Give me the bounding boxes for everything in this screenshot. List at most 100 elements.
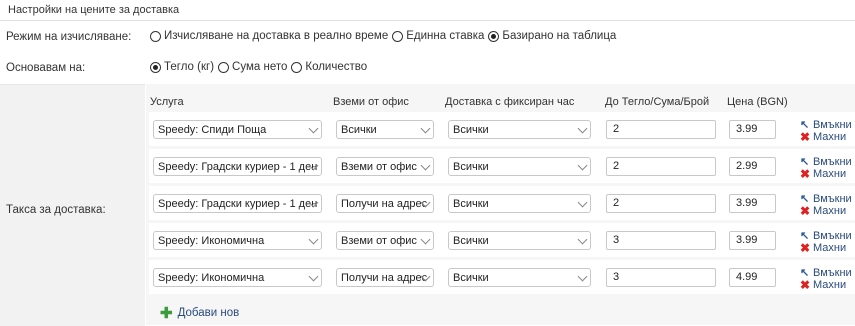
pickup-select[interactable]: Вземи от офис (336, 157, 434, 176)
radio-button[interactable] (392, 30, 404, 42)
select-value: Speedy: Икономична (158, 235, 265, 247)
chevron-down-icon (420, 234, 431, 245)
fixed-time-select[interactable]: Всички (448, 194, 591, 213)
based-on-option-weight[interactable]: Тегло (кг) (150, 61, 214, 73)
column-header-pickup: Вземи от офис (333, 96, 409, 108)
price-input[interactable]: 4.99 (729, 268, 776, 287)
insert-label: Вмъкни (813, 267, 852, 279)
chevron-down-icon (577, 123, 588, 134)
chevron-down-icon (308, 234, 319, 245)
insert-label: Вмъкни (813, 156, 852, 168)
option-label: Сума нето (232, 61, 288, 73)
remove-label: Махни (813, 168, 847, 180)
pickup-select[interactable]: Получи на адрес (336, 194, 434, 213)
pickup-select[interactable]: Вземи от офис (336, 231, 434, 250)
rates-table: Услуга Вземи от офис Доставка с фиксиран… (146, 84, 855, 325)
remove-label: Махни (813, 131, 847, 143)
row-actions: ↖ Вмъкни ✖ Махни (800, 193, 852, 217)
row-actions: ↖ Вмъкни ✖ Махни (800, 230, 852, 254)
radio-button[interactable] (150, 30, 161, 42)
service-select[interactable]: Speedy: Спиди Поща (153, 120, 322, 139)
service-select[interactable]: Speedy: Икономична (153, 231, 322, 250)
chevron-down-icon (577, 197, 588, 208)
option-label: Количество (305, 61, 368, 73)
fixed-time-select[interactable]: Всички (448, 231, 591, 250)
based-on-option-quantity[interactable]: Количество (291, 61, 367, 73)
chevron-down-icon (577, 234, 588, 245)
upto-input[interactable]: 2 (606, 120, 716, 139)
remove-button[interactable]: ✖ Махни (800, 131, 852, 143)
fixed-time-select[interactable]: Всички (448, 268, 591, 287)
select-value: Всички (341, 124, 377, 136)
fixed-time-select[interactable]: Всички (448, 157, 591, 176)
upto-input[interactable]: 2 (606, 194, 716, 213)
select-value: Вземи от офис (341, 161, 417, 173)
close-icon: ✖ (800, 278, 811, 292)
calc-mode-option-realtime[interactable]: Изчисляване на доставка в реално време (150, 30, 388, 42)
upto-input[interactable]: 2 (606, 157, 716, 176)
select-value: Вземи от офис (341, 235, 417, 247)
select-value: Всички (453, 272, 489, 284)
insert-label: Вмъкни (813, 230, 852, 242)
chevron-down-icon (308, 271, 319, 282)
column-header-price: Цена (BGN) (727, 96, 788, 108)
price-input[interactable]: 3.99 (729, 231, 776, 250)
upto-input[interactable]: 3 (606, 268, 716, 287)
price-input[interactable]: 3.99 (729, 120, 776, 139)
pickup-select[interactable]: Получи на адрес (336, 268, 434, 287)
insert-label: Вмъкни (813, 193, 852, 205)
table-row: Speedy: Икономична Вземи от офис Всички … (149, 223, 855, 257)
table-row: Speedy: Икономична Получи на адрес Всичк… (149, 260, 855, 294)
radio-button[interactable] (150, 61, 161, 73)
option-label: Базирано на таблица (502, 30, 617, 42)
remove-button[interactable]: ✖ Махни (800, 205, 852, 217)
remove-button[interactable]: ✖ Махни (800, 279, 852, 291)
table-row: Speedy: Градски куриер - 1 ден Вземи от … (149, 149, 855, 183)
upto-input[interactable]: 3 (606, 231, 716, 250)
select-value: Всички (453, 235, 489, 247)
option-label: Тегло (кг) (164, 61, 215, 73)
row-actions: ↖ Вмъкни ✖ Махни (800, 156, 852, 180)
based-on-radio-group: Тегло (кг) Сума нето Количество (150, 61, 371, 73)
remove-label: Махни (813, 279, 847, 291)
calc-mode-option-flat[interactable]: Единна ставка (392, 30, 484, 42)
settings-header: Настройки на цените за доставка (0, 0, 855, 21)
select-value: Всички (453, 198, 489, 210)
column-header-upto: До Тегло/Сума/Брой (605, 96, 710, 108)
price-input[interactable]: 3.99 (729, 194, 776, 213)
select-value: Speedy: Икономична (158, 272, 265, 284)
based-on-option-net-sum[interactable]: Сума нето (218, 61, 287, 73)
pickup-select[interactable]: Всички (336, 120, 434, 139)
table-row: Speedy: Спиди Поща Всички Всички 2 3.99 … (149, 112, 855, 146)
fixed-time-select[interactable]: Всички (448, 120, 591, 139)
service-select[interactable]: Speedy: Градски куриер - 1 ден (153, 157, 322, 176)
radio-button[interactable] (488, 30, 500, 42)
radio-button[interactable] (218, 61, 230, 73)
calc-mode-option-table[interactable]: Базирано на таблица (488, 30, 616, 42)
row-actions: ↖ Вмъкни ✖ Махни (800, 267, 852, 291)
service-select[interactable]: Speedy: Градски куриер - 1 ден (153, 194, 322, 213)
settings-title: Настройки на цените за доставка (8, 4, 180, 16)
row-actions: ↖ Вмъкни ✖ Махни (800, 119, 852, 143)
add-new-button[interactable]: ✚ Добави нов (160, 304, 239, 322)
column-header-service: Услуга (150, 96, 184, 108)
remove-button[interactable]: ✖ Махни (800, 168, 852, 180)
close-icon: ✖ (800, 167, 811, 181)
calc-mode-radio-group: Изчисляване на доставка в реално време Е… (150, 30, 620, 42)
select-value: Всички (453, 161, 489, 173)
select-value: Speedy: Градски куриер - 1 ден (158, 198, 318, 210)
radio-button[interactable] (291, 61, 303, 73)
service-select[interactable]: Speedy: Икономична (153, 268, 322, 287)
select-value: Speedy: Спиди Поща (158, 124, 267, 136)
insert-label: Вмъкни (813, 119, 852, 131)
chevron-down-icon (308, 123, 319, 134)
select-value: Всички (453, 124, 489, 136)
calc-mode-label: Режим на изчисляване: (6, 31, 132, 43)
plus-icon: ✚ (160, 305, 173, 322)
remove-button[interactable]: ✖ Махни (800, 242, 852, 254)
remove-label: Махни (813, 242, 847, 254)
close-icon: ✖ (800, 241, 811, 255)
close-icon: ✖ (800, 130, 811, 144)
price-input[interactable]: 2.99 (729, 157, 776, 176)
chevron-down-icon (420, 123, 431, 134)
